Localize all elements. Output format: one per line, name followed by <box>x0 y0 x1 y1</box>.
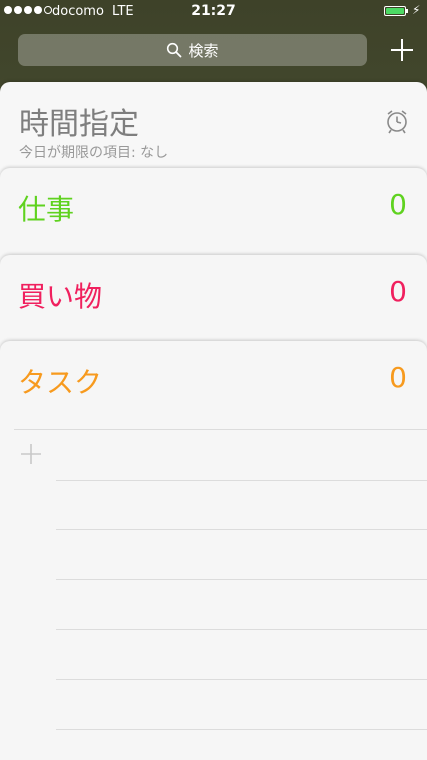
battery-icon <box>384 6 406 16</box>
status-bar: docomo LTE 21:27 ⚡ <box>0 0 427 24</box>
list-card-tasks[interactable]: タスク 0 <box>0 341 427 760</box>
status-time: 21:27 <box>191 3 236 19</box>
list-count: 0 <box>389 361 407 394</box>
divider <box>56 629 427 630</box>
divider <box>56 480 427 481</box>
divider <box>56 579 427 580</box>
add-list-button[interactable] <box>386 30 418 70</box>
search-placeholder: 検索 <box>188 41 219 60</box>
divider <box>56 679 427 680</box>
search-icon <box>167 42 182 58</box>
list-title: 仕事 <box>18 193 75 226</box>
plus-icon <box>391 39 413 61</box>
list-count: 0 <box>389 275 407 308</box>
divider <box>56 529 427 530</box>
list-count: 0 <box>389 188 407 221</box>
new-item-plus-icon[interactable] <box>20 443 42 465</box>
list-title: 買い物 <box>18 280 103 313</box>
scheduled-list-card[interactable]: 時間指定 今日が期限の項目: なし <box>0 82 427 182</box>
battery-tip <box>406 9 408 13</box>
divider <box>56 729 427 730</box>
battery-level <box>386 8 404 14</box>
divider <box>14 429 427 430</box>
charging-icon: ⚡ <box>412 3 421 17</box>
scheduled-title: 時間指定 <box>19 107 139 142</box>
list-title: タスク <box>18 366 103 399</box>
search-input[interactable]: 検索 <box>18 34 367 66</box>
alarm-clock-icon <box>387 110 407 134</box>
scheduled-subtitle: 今日が期限の項目: なし <box>19 145 169 161</box>
